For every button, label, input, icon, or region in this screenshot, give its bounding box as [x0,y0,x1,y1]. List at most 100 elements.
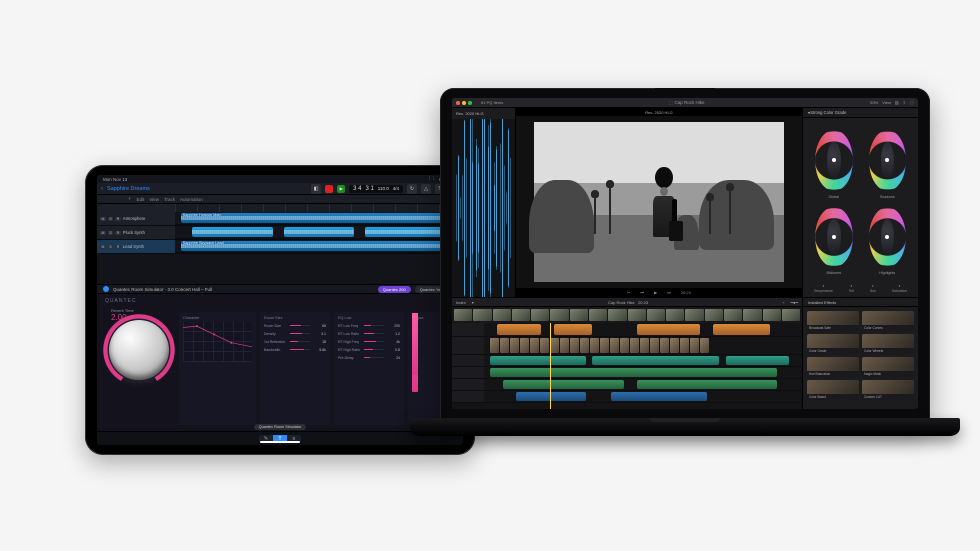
track-name: Lead Synth [123,244,144,249]
effects-browser: Installed Effects Broadcast Safe Color C… [802,298,918,409]
plugin-slider[interactable]: RT High Freq4k [338,339,400,344]
inspector-icon[interactable]: ⓘ [910,100,914,106]
view-menu[interactable]: View [882,100,891,105]
color-inspector: ▾ Strong Color Grade Global Shadows Midt… [802,108,918,297]
tint-slider[interactable]: • [851,283,852,288]
plugin-slider[interactable]: RT Low Ratio1.2 [338,331,400,336]
plugin-column-room: Room Size Room Size65 Density3.1 1st Ref… [260,312,330,425]
color-wheel-highlights[interactable]: Highlights [863,201,913,274]
viewer-label: Rec. 2020 HLG [452,108,515,119]
play-button[interactable]: ▶ [654,290,657,295]
track-row[interactable]: MSR Atmosphere Sapphire Horizon Main [97,212,463,226]
plugin-column-character: Character [179,312,256,425]
timeline-ruler[interactable] [97,204,463,212]
viewer-canvas[interactable] [516,116,802,288]
filmstrip[interactable] [452,307,802,323]
track-name: Pluck Synth [123,230,145,235]
final-cut-screen: 61 PQ Items ⬚ Cap Rock Hike 53% View ▥ ⇪… [452,98,918,409]
plugin-column-eq: EQ Low RT Low Freq200 RT Low Ratio1.2 RT… [334,312,404,425]
color-wheel-shadows[interactable]: Shadows [863,124,913,197]
plugin-slider[interactable]: Bandwidth5.8k [264,347,326,352]
fx-item[interactable]: Color Curves [862,311,914,331]
ipad-status-bar: Mon Nov 13 ⋮⋮ 88% [97,175,463,183]
plugin-slider[interactable]: RT Low Freq200 [338,323,400,328]
plugin-slider[interactable]: Density3.1 [264,331,326,336]
prev-button[interactable]: ⏮ [641,290,645,295]
subtool-item[interactable]: Automation [180,197,203,202]
ipad-bottom-bar: Quantec Room Simulator ✎ ⠿ ≡ [97,431,463,445]
viewer-transport: ✂ ⏮ ▶ ⏭ 20:23 [516,288,802,297]
plugin-slider[interactable]: Pre-Delay24 [338,355,400,360]
saturation-slider[interactable]: • [899,283,900,288]
browser-panel: Rec. 2020 HLG [452,108,516,297]
reverb-time-knob[interactable] [109,320,169,380]
plugin-slider[interactable]: 1st Reflection18 [264,339,326,344]
plugin-panel: QUANTEC Reverb Time 2.00s Character Room… [97,294,463,431]
logic-subtoolbar: ＋ Edit View Track Automation [97,195,463,204]
back-chevron-icon[interactable]: ‹ [101,186,103,192]
fx-item[interactable]: Magic Mask [862,357,914,377]
track-row[interactable]: MSR Lead Synth Sapphire Skywave Lead [97,240,463,254]
plugin-slider[interactable]: Room Size65 [264,323,326,328]
index-button[interactable]: Index [456,300,466,305]
track-header[interactable]: MSR Lead Synth [97,240,175,253]
zoom-readout[interactable]: 53% [870,100,878,105]
plugin-slider[interactable]: RT High Ratio0.8 [338,347,400,352]
cycle-button[interactable]: ↻ [407,184,417,194]
global-sliders: •Temperature •Tint •Hue •Saturation [803,279,918,297]
effects-tab[interactable]: Installed Effects [803,298,918,307]
audio-waveform-browser[interactable] [452,119,515,297]
minimize-traffic-light[interactable] [462,101,466,105]
lcd-display[interactable]: 3 4 3 1 110.0 4/4 [349,185,403,193]
fx-item[interactable]: Hue/Saturation [807,357,859,377]
decay-graph[interactable] [183,322,252,362]
library-button[interactable]: ◧ [311,184,321,194]
fx-item[interactable]: Color Board [807,380,859,400]
timeline-toolbar: Index ▾ Cap Rock Hike 20:23 ⌁ ━●━ [452,298,802,307]
track-header[interactable]: MSR Atmosphere [97,212,175,225]
tracks-area[interactable]: MSR Atmosphere Sapphire Horizon Main MSR… [97,212,463,284]
home-indicator[interactable] [260,441,300,443]
playhead[interactable] [550,323,551,409]
share-icon[interactable]: ⇪ [903,100,906,105]
subtool-item[interactable]: Edit [137,197,145,202]
plugin-preset-active[interactable]: Quantec 200 [378,286,411,293]
fullscreen-traffic-light[interactable] [468,101,472,105]
fx-item[interactable]: Broadcast Safe [807,311,859,331]
color-wheel-global[interactable]: Global [809,124,859,197]
subtool-item[interactable]: Track [164,197,175,202]
library-count: 61 PQ Items [481,100,503,105]
metronome-button[interactable]: △ [421,184,431,194]
fc-window-chrome: 61 PQ Items ⬚ Cap Rock Hike 53% View ▥ ⇪… [452,98,918,108]
plugin-footer-chip[interactable]: Quantec Room Simulator [254,424,307,430]
color-space-label: Rec. 2020 HLG [645,110,673,115]
add-track-button[interactable]: ＋ [127,196,132,202]
logic-toolbar: ‹ Sapphire Dreams ◧ ▶ 3 4 3 1 110.0 4/4 … [97,183,463,195]
play-button[interactable]: ▶ [337,185,345,193]
macbook-base [410,418,960,436]
close-traffic-light[interactable] [456,101,460,105]
track-row[interactable]: MSR Pluck Synth [97,226,463,240]
color-wheel-midtones[interactable]: Midtones [809,201,859,274]
plugin-power-button[interactable] [103,286,109,292]
subtool-item[interactable]: View [149,197,159,202]
status-time: Mon Nov 13 [103,177,127,182]
fx-item[interactable]: Color Grade [807,334,859,354]
tool-select[interactable]: ▾ [472,300,474,305]
record-button[interactable] [325,185,333,193]
macbook-device: 61 PQ Items ⬚ Cap Rock Hike 53% View ▥ ⇪… [440,88,930,423]
plugin-name[interactable]: Quantec Room Simulator · 3.0 Concert Hal… [113,287,212,292]
fx-item[interactable]: Custom LUT [862,380,914,400]
project-title[interactable]: Sapphire Dreams [107,186,150,192]
snapping-icon[interactable]: ⌁ [782,300,784,305]
temperature-slider[interactable]: • [823,283,824,288]
fx-item[interactable]: Color Wheels [862,334,914,354]
zoom-slider[interactable]: ━●━ [791,300,798,305]
skimmer-icon[interactable]: ✂ [627,290,630,295]
hue-slider[interactable]: • [872,283,873,288]
scopes-icon[interactable]: ▥ [895,100,899,105]
timeline-lanes[interactable] [452,323,802,409]
inspector-tab[interactable]: ▾ Strong Color Grade [803,108,918,118]
next-button[interactable]: ⏭ [667,290,671,295]
track-header[interactable]: MSR Pluck Synth [97,226,175,239]
